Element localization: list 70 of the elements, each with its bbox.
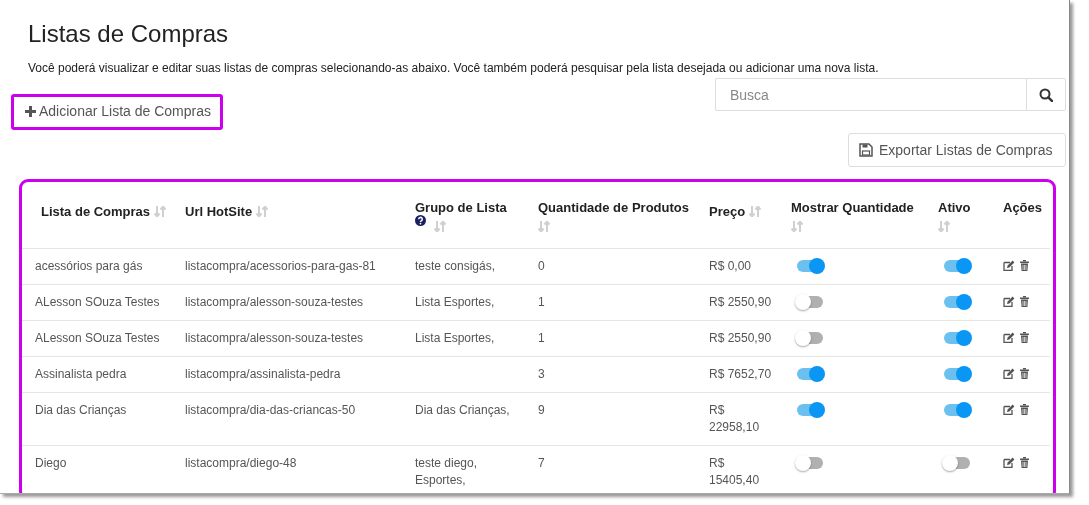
show-quantity-toggle[interactable] bbox=[797, 368, 823, 380]
export-button[interactable]: Exportar Listas de Compras bbox=[848, 133, 1066, 167]
table-cell: Lista Esportes, bbox=[415, 331, 495, 345]
edit-icon[interactable] bbox=[1003, 404, 1015, 415]
show-quantity-toggle[interactable] bbox=[797, 260, 823, 272]
table-cell: listacompra/assinalista-pedra bbox=[185, 367, 341, 381]
table-cell: listacompra/acessorios-para-gas-81 bbox=[185, 259, 376, 273]
help-icon[interactable] bbox=[415, 215, 426, 226]
page-title: Listas de Compras bbox=[27, 19, 229, 48]
table-cell: listacompra/dia-das-criancas-50 bbox=[185, 403, 356, 417]
table-cell: Dia das Crianças bbox=[35, 403, 127, 417]
show-quantity-toggle[interactable] bbox=[797, 404, 823, 416]
column-header[interactable]: Grupo de Lista bbox=[415, 200, 507, 215]
table-cell: R$ 7652,70 bbox=[709, 367, 772, 381]
table-cell: Diego bbox=[35, 456, 67, 470]
table-cell: 0 bbox=[538, 259, 545, 273]
table-cell: teste consigás, bbox=[415, 259, 496, 273]
plus-icon bbox=[25, 105, 36, 117]
edit-icon[interactable] bbox=[1003, 296, 1015, 307]
table-cell: teste diego, Esportes, bbox=[415, 456, 478, 487]
table-cell: Lista Esportes, bbox=[415, 295, 495, 309]
active-toggle[interactable] bbox=[944, 332, 970, 344]
active-toggle[interactable] bbox=[944, 260, 970, 272]
edit-icon[interactable] bbox=[1003, 332, 1015, 343]
table-cell: 3 bbox=[538, 367, 545, 381]
table-cell: listacompra/diego-48 bbox=[185, 456, 297, 470]
trash-icon[interactable] bbox=[1020, 260, 1029, 271]
trash-icon[interactable] bbox=[1020, 368, 1029, 379]
column-header[interactable]: Url HotSite bbox=[185, 204, 253, 219]
active-toggle[interactable] bbox=[944, 368, 970, 380]
table-cell: R$ 2550,90 bbox=[709, 331, 772, 345]
table-cell: R$ 2550,90 bbox=[709, 295, 772, 309]
table-cell: 1 bbox=[538, 295, 545, 309]
table-cell: Dia das Crianças, bbox=[415, 403, 510, 417]
table-cell: listacompra/alesson-souza-testes bbox=[185, 331, 364, 345]
edit-icon[interactable] bbox=[1003, 457, 1015, 468]
active-toggle[interactable] bbox=[944, 296, 970, 308]
table-cell: R$ 0,00 bbox=[709, 259, 752, 273]
column-header[interactable]: Preço bbox=[709, 204, 746, 219]
table-cell: Assinalista pedra bbox=[35, 367, 127, 381]
edit-icon[interactable] bbox=[1003, 260, 1015, 271]
search-button[interactable] bbox=[1026, 78, 1066, 111]
search-field[interactable]: Busca bbox=[715, 78, 1026, 111]
table-cell: 1 bbox=[538, 331, 545, 345]
column-header[interactable]: Lista de Compras bbox=[41, 204, 151, 219]
show-quantity-toggle[interactable] bbox=[797, 457, 823, 469]
table-cell: 7 bbox=[538, 456, 545, 470]
column-header[interactable]: Mostrar Quantidade bbox=[791, 200, 914, 215]
table-cell: R$ 22958,10 bbox=[709, 403, 760, 434]
table-cell: R$ 15405,40 bbox=[709, 456, 760, 487]
trash-icon[interactable] bbox=[1020, 457, 1029, 468]
show-quantity-toggle[interactable] bbox=[797, 332, 823, 344]
table-cell: ALesson SOuza Testes bbox=[35, 295, 160, 309]
trash-icon[interactable] bbox=[1020, 296, 1029, 307]
column-header[interactable]: Quantidade de Produtos bbox=[538, 200, 689, 215]
trash-icon[interactable] bbox=[1020, 332, 1029, 343]
table-cell: listacompra/alesson-souza-testes bbox=[185, 295, 364, 309]
active-toggle[interactable] bbox=[944, 457, 970, 469]
search-icon bbox=[1039, 87, 1053, 102]
column-header[interactable]: Ativo bbox=[938, 200, 971, 215]
table-cell: 9 bbox=[538, 403, 545, 417]
page-description: Você poderá visualizar e editar suas listas de compras selecionando-as abaixo. Você também poderá pesquisar pela lista desejada ou adicionar uma nova lista. bbox=[27, 60, 880, 76]
show-quantity-toggle[interactable] bbox=[797, 296, 823, 308]
add-list-button[interactable]: Adicionar Lista de Compras bbox=[14, 97, 221, 119]
column-header[interactable]: Ações bbox=[1003, 200, 1043, 215]
table-cell: ALesson SOuza Testes bbox=[35, 331, 160, 345]
table-cell: acessórios para gás bbox=[35, 259, 143, 273]
edit-icon[interactable] bbox=[1003, 368, 1015, 379]
trash-icon[interactable] bbox=[1020, 404, 1029, 415]
active-toggle[interactable] bbox=[944, 404, 970, 416]
